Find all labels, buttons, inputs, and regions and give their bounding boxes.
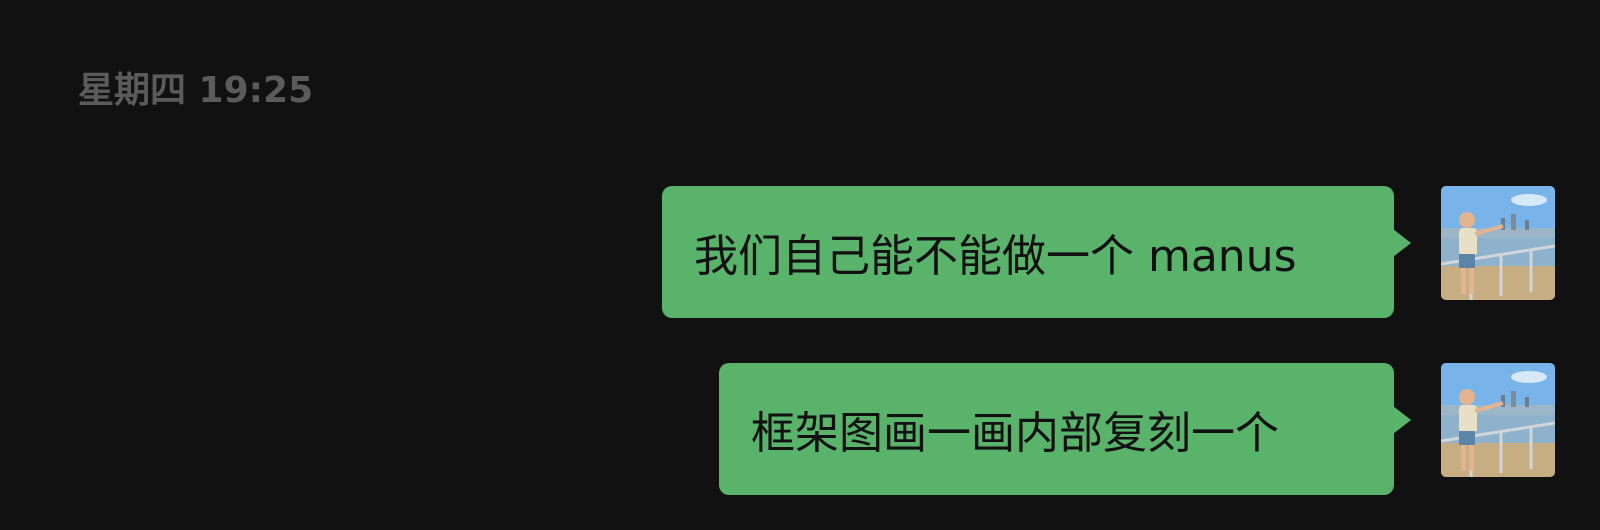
message-timestamp: 星期四 19:25	[78, 70, 314, 111]
message-row: 我们自己能不能做一个 manus	[0, 186, 1600, 319]
message-row: 框架图画一画内部复刻一个	[0, 363, 1600, 496]
message-text: 我们自己能不能做一个 manus	[694, 231, 1297, 282]
avatar-image	[1441, 186, 1555, 300]
user-avatar[interactable]	[1441, 186, 1555, 300]
bubble-tail	[1393, 406, 1411, 434]
message-bubble[interactable]: 框架图画一画内部复刻一个	[719, 363, 1394, 495]
message-bubble[interactable]: 我们自己能不能做一个 manus	[662, 186, 1394, 318]
chat-panel: 星期四 19:25 我们自己能不能做一个 manus 框架图画一画内部复刻一个	[0, 0, 1600, 530]
user-avatar[interactable]	[1441, 363, 1555, 477]
avatar-image	[1441, 363, 1555, 477]
bubble-tail	[1393, 229, 1411, 257]
message-text: 框架图画一画内部复刻一个	[751, 408, 1279, 459]
